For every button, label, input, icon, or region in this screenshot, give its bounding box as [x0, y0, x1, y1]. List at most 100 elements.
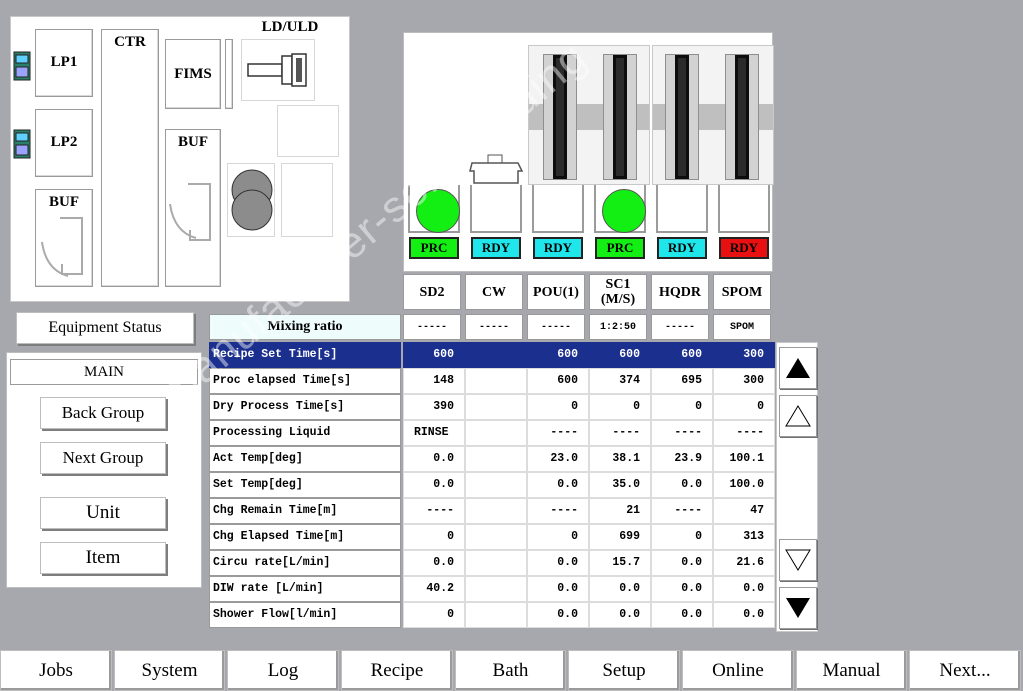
bath-sc1[interactable]: PRC	[592, 185, 648, 271]
tab-online[interactable]: Online	[682, 650, 794, 691]
tab-setup[interactable]: Setup	[568, 650, 680, 691]
fims-station[interactable]: FIMS	[165, 39, 221, 109]
table-row[interactable]: Chg Elapsed Time[m] 0 0 699 0 313	[209, 524, 775, 550]
table-row[interactable]: Proc elapsed Time[s] 148 600 374 695 300	[209, 368, 775, 394]
bath-header[interactable]: SD2	[403, 274, 461, 310]
table-cell[interactable]: 695	[651, 368, 713, 394]
bath-header[interactable]: SC1 (M/S)	[589, 274, 647, 310]
table-cell[interactable]: ----	[651, 420, 713, 446]
table-cell[interactable]: 0.0	[713, 602, 775, 628]
equipment-status-button[interactable]: Equipment Status	[16, 312, 194, 344]
table-cell[interactable]: 0.0	[527, 472, 589, 498]
unit-button[interactable]: Unit	[40, 497, 166, 529]
table-cell[interactable]: 0.0	[651, 602, 713, 628]
table-cell[interactable]: 0.0	[589, 576, 651, 602]
table-cell[interactable]: 0.0	[527, 602, 589, 628]
scroll-top-button[interactable]	[779, 347, 817, 389]
bath-header[interactable]: CW	[465, 274, 523, 310]
table-cell[interactable]	[465, 576, 527, 602]
table-cell[interactable]	[465, 498, 527, 524]
table-cell[interactable]: ----	[589, 420, 651, 446]
table-cell[interactable]	[465, 394, 527, 420]
table-cell[interactable]: ----	[403, 498, 465, 524]
table-cell[interactable]: 0.0	[651, 550, 713, 576]
table-cell[interactable]: 0	[403, 524, 465, 550]
tab-manual[interactable]: Manual	[796, 650, 907, 691]
table-row[interactable]: Shower Flow[l/min] 0 0.0 0.0 0.0 0.0	[209, 602, 775, 628]
table-cell[interactable]: 21.6	[713, 550, 775, 576]
table-cell[interactable]	[465, 472, 527, 498]
table-cell[interactable]: 390	[403, 394, 465, 420]
table-cell[interactable]	[465, 602, 527, 628]
table-cell[interactable]: 600	[589, 342, 651, 368]
table-cell[interactable]: 47	[713, 498, 775, 524]
scroll-up-button[interactable]	[779, 395, 817, 437]
next-group-button[interactable]: Next Group	[40, 442, 166, 474]
table-cell[interactable]: RINSE	[403, 420, 465, 446]
bath-header[interactable]: SPOM	[713, 274, 771, 310]
table-row[interactable]: Circu rate[L/min] 0.0 0.0 15.7 0.0 21.6	[209, 550, 775, 576]
table-cell[interactable]: 148	[403, 368, 465, 394]
table-row[interactable]: Act Temp[deg] 0.0 23.0 38.1 23.9 100.1	[209, 446, 775, 472]
tab-jobs[interactable]: Jobs	[0, 650, 112, 691]
item-button[interactable]: Item	[40, 542, 166, 574]
table-cell[interactable]: 40.2	[403, 576, 465, 602]
scroll-bottom-button[interactable]	[779, 587, 817, 629]
table-cell[interactable]: 699	[589, 524, 651, 550]
table-cell[interactable]: 300	[713, 342, 775, 368]
bath-spom[interactable]: RDY	[716, 185, 772, 271]
ld-uld-station[interactable]	[241, 39, 315, 101]
table-cell[interactable]: 100.0	[713, 472, 775, 498]
table-cell[interactable]: 0.0	[651, 576, 713, 602]
bath-header[interactable]: POU(1)	[527, 274, 585, 310]
table-cell[interactable]: 0.0	[651, 472, 713, 498]
table-cell[interactable]: 0	[713, 394, 775, 420]
table-cell[interactable]: 600	[651, 342, 713, 368]
table-cell[interactable]: 15.7	[589, 550, 651, 576]
table-cell[interactable]: 300	[713, 368, 775, 394]
bath-sd2[interactable]: PRC	[406, 185, 462, 271]
back-group-button[interactable]: Back Group	[40, 397, 166, 429]
table-row[interactable]: Set Temp[deg] 0.0 0.0 35.0 0.0 100.0	[209, 472, 775, 498]
scroll-down-button[interactable]	[779, 539, 817, 581]
bath-hqdr[interactable]: RDY	[654, 185, 710, 271]
table-scrollbar[interactable]	[776, 342, 818, 632]
table-cell[interactable]: 35.0	[589, 472, 651, 498]
table-cell[interactable]: 0	[651, 524, 713, 550]
table-cell[interactable]	[465, 420, 527, 446]
bath-cw[interactable]: RDY	[468, 185, 524, 271]
table-cell[interactable]: ----	[527, 420, 589, 446]
table-cell[interactable]: ----	[527, 498, 589, 524]
table-cell[interactable]: 0.0	[403, 446, 465, 472]
table-cell[interactable]: 23.9	[651, 446, 713, 472]
table-cell[interactable]: 38.1	[589, 446, 651, 472]
tab-recipe[interactable]: Recipe	[341, 650, 453, 691]
table-row[interactable]: Recipe Set Time[s] 600 600 600 600 300	[209, 342, 775, 368]
table-cell[interactable]	[465, 550, 527, 576]
table-cell[interactable]: 0	[527, 394, 589, 420]
table-cell[interactable]	[465, 342, 527, 368]
table-cell[interactable]: 0	[403, 602, 465, 628]
table-row[interactable]: DIW rate [L/min] 40.2 0.0 0.0 0.0 0.0	[209, 576, 775, 602]
tab-next[interactable]: Next...	[909, 650, 1021, 691]
table-cell[interactable]: 313	[713, 524, 775, 550]
table-cell[interactable]	[465, 446, 527, 472]
buf-right-station[interactable]: BUF	[165, 129, 221, 287]
table-cell[interactable]: 0.0	[589, 602, 651, 628]
tab-log[interactable]: Log	[227, 650, 339, 691]
bath-header[interactable]: HQDR	[651, 274, 709, 310]
table-cell[interactable]: 600	[403, 342, 465, 368]
table-cell[interactable]	[465, 524, 527, 550]
buf-left-station[interactable]: BUF	[35, 189, 93, 287]
table-cell[interactable]: 23.0	[527, 446, 589, 472]
table-cell[interactable]: 0.0	[403, 550, 465, 576]
lp2-station[interactable]: LP2	[35, 109, 93, 177]
table-cell[interactable]: 0.0	[713, 576, 775, 602]
table-cell[interactable]: 600	[527, 368, 589, 394]
bath-pou1[interactable]: RDY	[530, 185, 586, 271]
table-row[interactable]: Dry Process Time[s] 390 0 0 0 0	[209, 394, 775, 420]
table-cell[interactable]: 0.0	[403, 472, 465, 498]
table-cell[interactable]: 0.0	[527, 550, 589, 576]
table-cell[interactable]: 600	[527, 342, 589, 368]
table-row[interactable]: Chg Remain Time[m] ---- ---- 21 ---- 47	[209, 498, 775, 524]
